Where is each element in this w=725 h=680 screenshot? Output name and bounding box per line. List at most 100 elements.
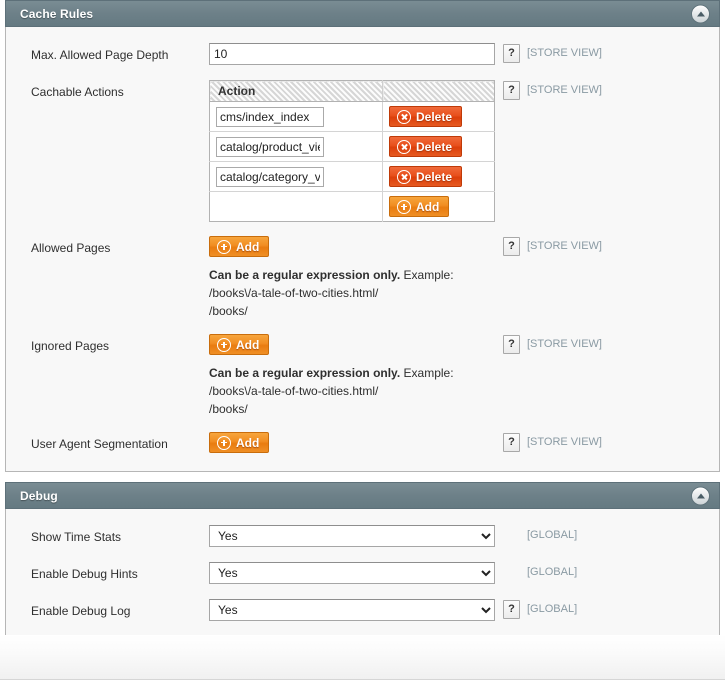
field-label: Cachable Actions xyxy=(31,85,124,99)
field-meta: ? [STORE VIEW] xyxy=(497,236,602,256)
max-allowed-page-depth-input[interactable] xyxy=(209,43,495,65)
scope-label: [GLOBAL] xyxy=(527,566,578,578)
field-control: Add Can be a regular expression only. Ex… xyxy=(209,236,497,320)
help-icon[interactable]: ? xyxy=(503,81,520,100)
field-row-enable-debug-log: Enable Debug Log Yes No ? [GLOBAL] xyxy=(6,599,719,622)
column-header-action: Action xyxy=(209,80,383,102)
field-label: Allowed Pages xyxy=(31,241,111,255)
delete-icon xyxy=(397,109,411,124)
field-control: Yes No xyxy=(209,599,497,621)
field-control xyxy=(209,43,497,65)
add-user-agent-button[interactable]: Add xyxy=(209,432,270,453)
panel-cache-rules: Cache Rules Max. Allowed Page Depth ? [S… xyxy=(5,0,720,472)
cell-actions: Delete xyxy=(382,131,495,162)
delete-button-label: Delete xyxy=(416,169,453,184)
field-label: Ignored Pages xyxy=(31,339,110,353)
scope-label: [STORE VIEW] xyxy=(527,84,602,96)
table-row: Delete xyxy=(209,101,495,132)
field-meta: ? [GLOBAL] xyxy=(497,599,577,619)
cell-actions: Delete xyxy=(382,101,495,132)
collapse-up-icon[interactable] xyxy=(691,486,710,505)
hint-line-1: Can be a regular expression only. Exampl… xyxy=(209,364,509,382)
table-row-add: Add xyxy=(209,191,495,222)
field-control: Yes No xyxy=(209,525,497,547)
hint-line-3: /books/ xyxy=(209,402,248,416)
cell-actions: Delete xyxy=(382,161,495,192)
triangle-up-glyph xyxy=(696,11,705,16)
table-header-row: Action xyxy=(209,80,495,102)
add-button-label: Add xyxy=(236,435,260,450)
field-label: Enable Debug Log xyxy=(31,604,131,618)
column-header-actions xyxy=(382,80,495,102)
scope-label: [STORE VIEW] xyxy=(527,47,602,59)
delete-icon xyxy=(397,169,411,184)
add-allowed-page-button[interactable]: Add xyxy=(209,236,270,257)
cell-action xyxy=(209,161,383,192)
hint-line-2: /books\/a-tale-of-two-cities.html/ xyxy=(209,384,379,398)
delete-button[interactable]: Delete xyxy=(389,106,463,127)
field-meta: [GLOBAL] xyxy=(497,525,577,545)
collapse-up-icon[interactable] xyxy=(691,4,710,23)
field-row-allowed-pages: Allowed Pages Add Can be a regular expre… xyxy=(6,236,719,320)
help-icon[interactable]: ? xyxy=(503,44,520,63)
action-input[interactable] xyxy=(216,166,324,187)
hint-line-2: /books\/a-tale-of-two-cities.html/ xyxy=(209,286,379,300)
help-icon[interactable]: ? xyxy=(503,433,520,452)
field-row-ignored-pages: Ignored Pages Add Can be a regular expre… xyxy=(6,334,719,418)
field-row-show-time-stats: Show Time Stats Yes No [GLOBAL] xyxy=(6,525,719,548)
hint-rest: Example: xyxy=(403,366,454,380)
scope-label: [GLOBAL] xyxy=(527,603,578,615)
field-meta: [GLOBAL] xyxy=(497,562,577,582)
delete-icon xyxy=(397,139,411,154)
cell-empty xyxy=(209,191,383,222)
add-button-label: Add xyxy=(236,337,260,352)
hint-rest: Example: xyxy=(403,268,454,282)
page-footer xyxy=(0,635,725,680)
add-icon xyxy=(397,199,411,214)
delete-button-label: Delete xyxy=(416,109,453,124)
delete-button[interactable]: Delete xyxy=(389,136,463,157)
field-control: Action Delete xyxy=(209,80,497,222)
action-input[interactable] xyxy=(216,136,324,157)
add-icon xyxy=(217,435,231,450)
field-row-enable-debug-hints: Enable Debug Hints Yes No [GLOBAL] xyxy=(6,562,719,585)
scope-label: [STORE VIEW] xyxy=(527,338,602,350)
cachable-actions-table: Action Delete xyxy=(209,80,495,222)
field-control: Yes No xyxy=(209,562,497,584)
panel-body-cache-rules: Max. Allowed Page Depth ? [STORE VIEW] C… xyxy=(6,27,719,471)
panel-header-cache-rules[interactable]: Cache Rules xyxy=(5,0,720,27)
field-meta: ? [STORE VIEW] xyxy=(497,432,602,452)
field-row-user-agent-segmentation: User Agent Segmentation Add ? [STORE VIE… xyxy=(6,432,719,455)
enable-debug-log-select[interactable]: Yes No xyxy=(209,599,495,621)
hint-bold: Can be a regular expression only. xyxy=(209,268,401,282)
help-icon[interactable]: ? xyxy=(503,335,520,354)
scope-label: [STORE VIEW] xyxy=(527,436,602,448)
help-icon[interactable]: ? xyxy=(503,600,520,619)
delete-button[interactable]: Delete xyxy=(389,166,463,187)
panel-title: Cache Rules xyxy=(20,6,94,21)
field-label: Max. Allowed Page Depth xyxy=(31,48,169,62)
hint-bold: Can be a regular expression only. xyxy=(209,366,401,380)
cell-action xyxy=(209,101,383,132)
add-icon xyxy=(217,239,231,254)
add-ignored-page-button[interactable]: Add xyxy=(209,334,270,355)
table-row: Delete xyxy=(209,131,495,162)
scope-label: [STORE VIEW] xyxy=(527,240,602,252)
cell-add: Add xyxy=(382,191,495,222)
field-row-cachable-actions: Cachable Actions Action cms/index_index … xyxy=(6,80,719,222)
field-meta: ? [STORE VIEW] xyxy=(497,43,602,63)
field-label: User Agent Segmentation xyxy=(31,437,168,451)
field-meta: ? [STORE VIEW] xyxy=(497,80,602,100)
panel-header-debug[interactable]: Debug xyxy=(5,482,720,509)
help-icon[interactable]: ? xyxy=(503,237,520,256)
field-hint: Can be a regular expression only. Exampl… xyxy=(209,266,509,320)
field-meta: ? [STORE VIEW] xyxy=(497,334,602,354)
show-time-stats-select[interactable]: Yes No xyxy=(209,525,495,547)
field-control: Add Can be a regular expression only. Ex… xyxy=(209,334,497,418)
hint-line-1: Can be a regular expression only. Exampl… xyxy=(209,266,509,284)
enable-debug-hints-select[interactable]: Yes No xyxy=(209,562,495,584)
action-input[interactable] xyxy=(216,106,324,127)
field-label: Enable Debug Hints xyxy=(31,567,138,581)
hint-line-3: /books/ xyxy=(209,304,248,318)
add-action-button[interactable]: Add xyxy=(389,196,450,217)
